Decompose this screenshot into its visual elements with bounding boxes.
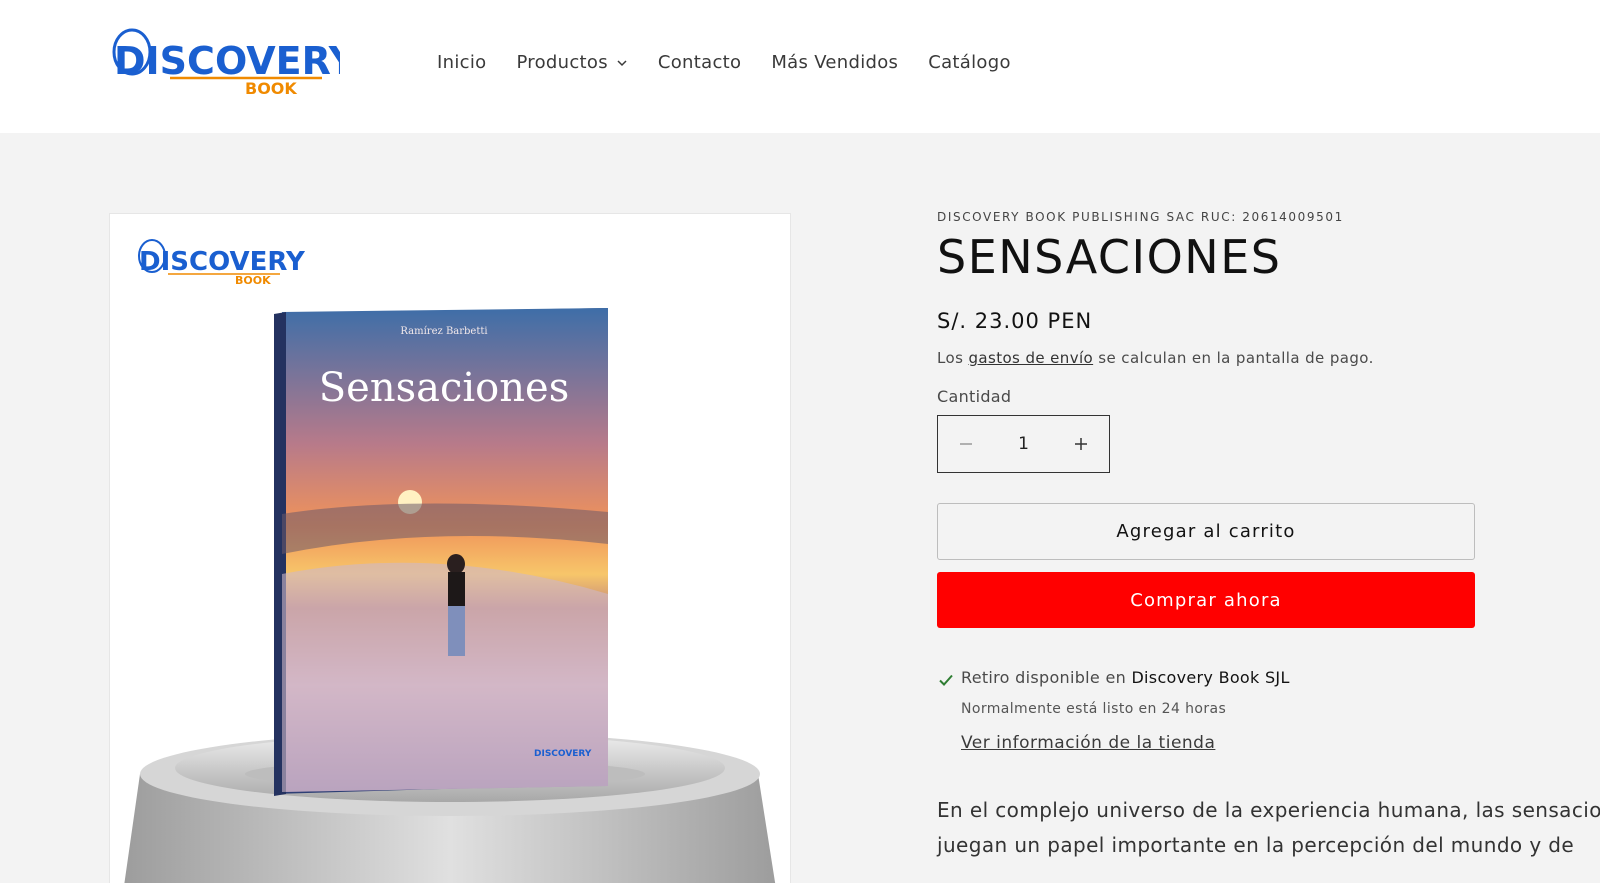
quantity-input[interactable] [995, 416, 1052, 473]
pickup-availability: Retiro disponible en Discovery Book SJL [937, 668, 1600, 689]
nav-item-label: Contacto [657, 52, 742, 73]
main-nav: Inicio Productos Contacto Más Vendidos C… [437, 52, 1041, 73]
product-description: En el complejo universo de la experienci… [937, 793, 1600, 863]
quantity-stepper [937, 415, 1110, 474]
nav-item-label: Catálogo [928, 52, 1011, 73]
pickup-time: Normalmente está listo en 24 horas [961, 701, 1227, 718]
product-title: SENSACIONES [937, 230, 1282, 284]
description-line: En el complejo universo de la experienci… [937, 798, 1600, 823]
shipping-prefix: Los [937, 349, 969, 368]
book-author: Ramírez Barbetti [400, 326, 487, 337]
add-to-cart-button[interactable]: Agregar al carrito [937, 503, 1475, 561]
shipping-note: Los gastos de envío se calculan en la pa… [937, 349, 1600, 367]
book-title: Sensaciones [319, 365, 569, 411]
logo-graphic: DISCOVERY BOOK [112, 28, 357, 98]
nav-item-label: Más Vendidos [771, 52, 899, 73]
book-cover: Ramírez Barbetti Sensaciones DISCOVERY [274, 308, 608, 796]
buy-now-button[interactable]: Comprar ahora [937, 572, 1475, 629]
product-info: DISCOVERY BOOK PUBLISHING SAC RUC: 20614… [937, 210, 1600, 863]
media-logo-subtext: BOOK [235, 274, 271, 287]
quantity-label: Cantidad [937, 387, 1012, 407]
product-vendor: DISCOVERY BOOK PUBLISHING SAC RUC: 20614… [937, 210, 1344, 224]
store-info-link[interactable]: Ver información de la tienda [961, 733, 1215, 753]
shipping-suffix: se calculan en la pantalla de pago. [1093, 349, 1374, 368]
chevron-down-icon [617, 59, 627, 66]
media-logo-text: DISCOVERY [139, 247, 306, 277]
logo-subtext: BOOK [245, 79, 297, 98]
product-price: S/. 23.00 PEN [937, 309, 1093, 334]
product-media[interactable]: DISCOVERY BOOK Ramírez Barbetti Sensacio… [109, 213, 791, 883]
nav-item-label: Inicio [437, 52, 487, 73]
minus-icon [960, 443, 972, 445]
logo-text: DISCOVERY [114, 39, 340, 83]
site-logo[interactable]: DISCOVERY BOOK [110, 24, 357, 98]
site-header: DISCOVERY BOOK Inicio Productos Contacto… [0, 0, 1600, 133]
pickup-status: Retiro disponible en Discovery Book SJL [961, 668, 1290, 687]
pickup-prefix: Retiro disponible en [961, 668, 1132, 688]
book-spine-logo: DISCOVERY [534, 749, 592, 759]
shipping-policy-link[interactable]: gastos de envío [968, 349, 1093, 367]
quantity-decrease-button[interactable] [938, 416, 994, 472]
plus-icon [1075, 438, 1087, 451]
quantity-increase-button[interactable] [1053, 416, 1109, 472]
check-icon [939, 675, 953, 687]
product-image: DISCOVERY BOOK Ramírez Barbetti Sensacio… [124, 239, 776, 883]
nav-item-label: Productos [516, 52, 608, 73]
nav-item-mas-vendidos[interactable]: Más Vendidos [771, 52, 898, 73]
media-logo: DISCOVERY BOOK [138, 239, 306, 287]
pickup-store: Discovery Book SJL [1131, 668, 1290, 688]
nav-item-productos[interactable]: Productos [516, 52, 627, 73]
description-line: juegan un papel importante en la percepc… [937, 833, 1575, 858]
nav-item-inicio[interactable]: Inicio [437, 52, 486, 73]
nav-item-contacto[interactable]: Contacto [658, 52, 741, 73]
nav-item-catalogo[interactable]: Catálogo [928, 52, 1011, 73]
